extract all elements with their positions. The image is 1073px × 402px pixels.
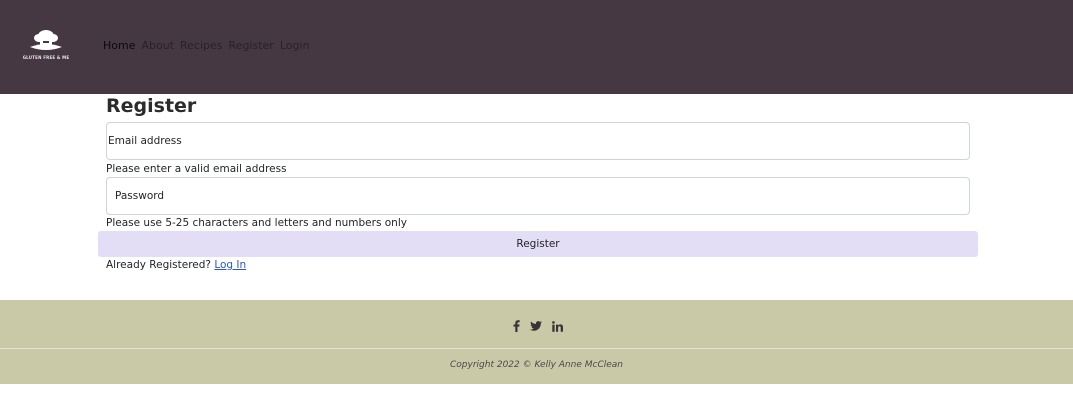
email-field[interactable]: Email address [106,122,970,160]
linkedin-icon[interactable] [552,317,563,336]
nav-link-about[interactable]: About [141,39,174,53]
email-placeholder: Email address [108,135,182,147]
chef-hat-logo-icon [30,30,62,50]
nav-link-register[interactable]: Register [229,39,274,53]
already-registered-text: Already Registered? [106,259,211,271]
page-title: Register [106,95,197,117]
facebook-icon[interactable] [513,317,520,336]
social-links [513,317,563,336]
nav-links: Home About Recipes Register Login [103,39,316,53]
site-logo[interactable]: GLUTEN FREE & ME [18,27,74,63]
nav-link-login[interactable]: Login [280,39,310,53]
email-help-text: Please enter a valid email address [106,163,287,175]
twitter-icon[interactable] [530,317,542,336]
password-help-text: Please use 5-25 characters and letters a… [106,217,407,229]
nav-link-recipes[interactable]: Recipes [180,39,223,53]
already-registered: Already Registered? Log In [106,259,246,272]
password-placeholder: Password [115,190,165,202]
register-button[interactable]: Register [98,231,978,257]
nav-link-home[interactable]: Home [103,39,135,53]
navbar: GLUTEN FREE & ME Home About Recipes Regi… [0,0,1073,94]
password-field[interactable]: Password [106,177,970,215]
copyright-text: Copyright 2022 © Kelly Anne McClean [450,360,623,370]
logo-text: GLUTEN FREE & ME [22,55,70,60]
login-link[interactable]: Log In [214,259,246,271]
